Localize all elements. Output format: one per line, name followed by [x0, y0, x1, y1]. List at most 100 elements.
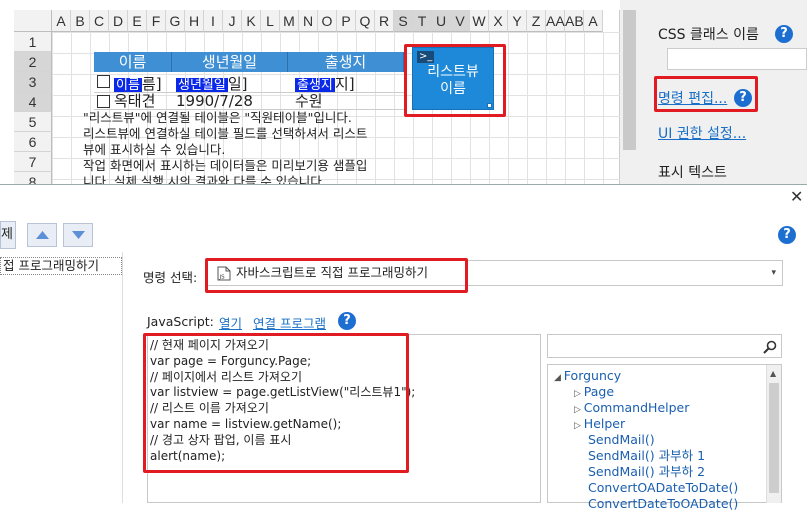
css-class-input[interactable] [667, 48, 807, 70]
highlight-box [143, 333, 409, 473]
collapse-arrow-icon[interactable]: ▷ [574, 421, 584, 431]
row-header[interactable]: 5 [14, 112, 52, 132]
column-header[interactable]: AA [546, 10, 565, 32]
column-header[interactable]: N [299, 10, 318, 32]
designer-area: 이름 생년월일 출생지 이름 름] 생년월일 일] 출생지 지] 옥태견 1990/7… [0, 0, 807, 184]
column-header[interactable]: X [489, 10, 508, 32]
tree-node-label: SendMail() 과부하 2 [588, 464, 706, 479]
connect-program-link[interactable]: 연결 프로그램 [253, 313, 326, 332]
column-header[interactable]: I [204, 10, 223, 32]
listview-header-place: 출생지 [288, 52, 404, 72]
column-header[interactable]: A [52, 10, 71, 32]
sheet-corner[interactable] [14, 10, 52, 32]
column-header[interactable]: U [432, 10, 451, 32]
column-header[interactable]: T [413, 10, 432, 32]
scroll-thumb[interactable] [769, 383, 779, 493]
column-header[interactable]: O [318, 10, 337, 32]
column-header[interactable]: G [166, 10, 185, 32]
row-header[interactable]: 8 [14, 172, 52, 184]
column-header[interactable]: B [71, 10, 90, 32]
description-line: 작업 화면에서 표시하는 데이터들은 미리보기용 샘플입 [83, 158, 368, 173]
column-header[interactable]: S [394, 10, 413, 32]
help-icon[interactable]: ? [778, 226, 796, 244]
command-list-item[interactable]: 접 프로그래밍하기 [0, 257, 122, 275]
tree-node[interactable]: ConvertDateToOADate() [588, 496, 738, 512]
row-header[interactable]: 3 [14, 72, 52, 92]
arrow-down-icon [72, 231, 85, 239]
tree-node[interactable]: SendMail() [588, 432, 655, 448]
row-header[interactable]: 2 [14, 52, 52, 72]
api-tree[interactable]: ◢ Forguncy ▷ Page ▷ CommandHelper ▷ Helper S… [547, 364, 782, 511]
description-line: 리스트뷰에 연결하실 테이블 필드를 선택하셔서 리스트 [83, 126, 368, 141]
open-link[interactable]: 열기 [219, 313, 242, 332]
column-header[interactable]: V [451, 10, 470, 32]
column-header[interactable]: M [280, 10, 299, 32]
ui-permission-link[interactable]: UI 권한 설정... [658, 123, 746, 143]
help-icon[interactable]: ? [775, 25, 793, 43]
listview-header-birth: 생년월일 [172, 52, 288, 72]
column-header[interactable]: Z [527, 10, 546, 32]
place-field-tail: 지] [334, 75, 355, 93]
tree-node-label: ConvertOADateToDate() [588, 480, 739, 495]
column-header[interactable]: A [584, 10, 603, 32]
row-header[interactable]: 7 [14, 152, 52, 172]
scroll-thumb[interactable] [623, 10, 636, 150]
tree-node-label: ConvertDateToOADate() [588, 496, 739, 511]
collapse-arrow-icon[interactable]: ▷ [574, 405, 584, 415]
tree-node-label: SendMail() [588, 432, 655, 447]
description-line: 니다. 실제 실행 시의 결과와 다를 수 있습니다. [83, 174, 326, 184]
move-up-button[interactable] [27, 223, 57, 247]
row-header[interactable]: 1 [14, 32, 52, 52]
css-class-label: CSS 클래스 이름 [658, 27, 759, 43]
column-header[interactable]: L [261, 10, 280, 32]
delete-button[interactable]: 제 [0, 221, 16, 249]
highlight-box [654, 76, 758, 112]
close-icon[interactable]: ✕ [790, 187, 803, 206]
tree-node[interactable]: ConvertOADateToDate() [588, 480, 738, 496]
data-name-value: 옥태견 [114, 92, 156, 110]
data-place-value: 수원 [295, 92, 323, 110]
command-select-label: 명령 선택: [143, 270, 198, 285]
column-header[interactable]: C [90, 10, 109, 32]
column-header[interactable]: D [109, 10, 128, 32]
column-header[interactable]: Y [508, 10, 527, 32]
command-list[interactable] [0, 252, 123, 503]
properties-panel: CSS 클래스 이름 ? 명령 편집... ? UI 권한 설정... 표시 텍… [640, 0, 807, 184]
display-text-label: 표시 텍스트 [658, 165, 727, 181]
search-icon[interactable] [763, 340, 777, 354]
row-header[interactable]: 4 [14, 92, 52, 112]
api-search-input[interactable] [547, 334, 782, 358]
sheet-top-strip [0, 0, 620, 10]
chevron-down-icon[interactable]: ▾ [771, 261, 776, 285]
javascript-label: JavaScript: [147, 314, 214, 329]
column-header[interactable]: W [470, 10, 489, 32]
tree-node-label: CommandHelper [583, 400, 690, 415]
listview-header-name: 이름 [94, 52, 172, 72]
tree-node[interactable]: SendMail() 과부하 2 [588, 464, 705, 480]
arrow-up-icon [36, 231, 49, 239]
tree-node[interactable]: SendMail() 과부하 1 [588, 448, 705, 464]
column-header[interactable]: J [223, 10, 242, 32]
column-header[interactable]: R [375, 10, 394, 32]
tree-scrollbar[interactable]: ▲ [766, 365, 781, 503]
row-header[interactable]: 6 [14, 132, 52, 152]
tree-node-label: SendMail() 과부하 1 [588, 448, 706, 463]
column-header[interactable]: E [128, 10, 147, 32]
column-header[interactable]: AB [565, 10, 584, 32]
scroll-up-icon[interactable]: ▲ [770, 369, 776, 378]
column-header[interactable]: H [185, 10, 204, 32]
row-checkbox[interactable] [97, 75, 110, 88]
tree-node-label: Page [583, 384, 615, 399]
column-header[interactable]: K [242, 10, 261, 32]
sheet-scrollbar[interactable] [620, 0, 640, 184]
row-checkbox[interactable] [97, 95, 110, 108]
column-header[interactable]: F [147, 10, 166, 32]
move-down-button[interactable] [63, 223, 93, 247]
collapse-arrow-icon[interactable]: ▷ [574, 389, 584, 399]
spreadsheet-grid[interactable]: 이름 생년월일 출생지 이름 름] 생년월일 일] 출생지 지] 옥태견 1990/7… [0, 0, 620, 184]
column-header[interactable]: Q [356, 10, 375, 32]
expand-arrow-icon[interactable]: ◢ [554, 373, 564, 383]
listview-description: "리스트뷰"에 연결될 테이블은 "직원테이블"입니다. 리스트뷰에 연결하실 테… [83, 110, 403, 184]
help-icon[interactable]: ? [338, 312, 356, 330]
column-header[interactable]: P [337, 10, 356, 32]
